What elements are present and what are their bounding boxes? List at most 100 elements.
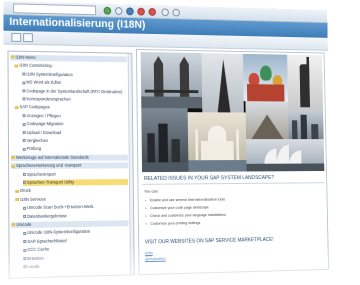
- tree-node[interactable]: Codepage-Migration: [22, 121, 128, 127]
- tree-node[interactable]: Vergleichen: [22, 138, 128, 144]
- tree-node[interactable]: Codepage in der Systemlandschaft (RFC-De…: [22, 88, 127, 95]
- folder-icon: [11, 223, 16, 227]
- transaction-icon: [22, 172, 26, 176]
- find-icon[interactable]: [172, 8, 180, 17]
- transaction-icon: [22, 97, 26, 101]
- folder-icon: [14, 105, 19, 109]
- tree-node-label: Anzeigen / Pflegen: [26, 112, 61, 119]
- info-bullet: Enable and use several internationalizat…: [150, 198, 225, 203]
- tree-node-label: I18N-Menü: [15, 54, 36, 60]
- tree-node-label: Datenbankergebnisse: [27, 212, 67, 219]
- tree-node-label: MS Word als Editor: [26, 79, 62, 86]
- taj-mahal-photo: [187, 112, 247, 172]
- folder-icon: [15, 189, 20, 193]
- tree-node-label: Ersetzen: [27, 255, 44, 261]
- tree-node[interactable]: MS Word als Editor: [22, 80, 127, 87]
- info-bullet: Check and customize your language instal…: [150, 213, 226, 218]
- tree-node[interactable]: Druck: [15, 187, 128, 194]
- transaction-icon: [23, 240, 27, 244]
- transaction-icon: [23, 214, 27, 218]
- skyline-photo: [288, 110, 324, 140]
- opera-house-photo: [246, 139, 325, 172]
- tree-node-label: Vergleichen: [26, 138, 49, 143]
- tree-node-label: Sprachen-Transport Utility: [26, 179, 75, 185]
- tree-node[interactable]: Sprachenerweiterung und -transport: [11, 162, 128, 170]
- info-subtext: You can:: [144, 188, 159, 194]
- tree-node[interactable]: SAP Codepages: [14, 104, 128, 112]
- tree-node[interactable]: SAP-Sprachschlüssel: [23, 237, 128, 245]
- tower-bridge-photo: [140, 51, 203, 109]
- page-title: Internationalisierung (I18N): [9, 16, 146, 31]
- tree-node-label: Sprachenimport: [26, 171, 56, 177]
- eiffel-tower-photo: [201, 53, 244, 113]
- tree-node-label: Sprachenerweiterung und -transport: [15, 162, 82, 169]
- tree-node-label: Unicode I18N-Systemkonfiguration: [27, 229, 91, 236]
- tree-node[interactable]: I18N Systemkonfiguration: [22, 71, 127, 78]
- transaction-icon: [22, 147, 26, 151]
- tree-node[interactable]: Prüfung: [22, 146, 128, 152]
- tree-node[interactable]: Unicode Scan Such-+Ersetzen-Werk.: [23, 204, 128, 211]
- folder-icon: [11, 164, 16, 168]
- save-icon[interactable]: [114, 7, 123, 15]
- tree-node[interactable]: Werkzeuge auf Internationale Standards: [10, 154, 128, 161]
- tree-node-label: Unicode Scan Such-+Ersetzen-Werk.: [27, 204, 95, 211]
- tree-node[interactable]: Upload / Download: [22, 129, 128, 136]
- tree-node[interactable]: Sprachen-Transport Utility: [22, 179, 129, 186]
- folder-icon: [11, 156, 15, 160]
- info-box: RELATED ISSUES IN YOUR SAP SYSTEM LANDSC…: [142, 172, 327, 273]
- tree-node-label: Codepage in der Systemlandschaft (RFC-De…: [26, 88, 123, 94]
- tree-node-label: I18N Systemkonfiguration: [26, 71, 73, 77]
- tree-node-label: Upload / Download: [26, 129, 62, 135]
- folder-icon: [14, 64, 19, 68]
- folder-icon: [10, 55, 15, 59]
- globalization-link[interactable]: /globalization: [145, 257, 166, 261]
- info-bullet: Customize your printing settings: [150, 221, 200, 226]
- navigation-tree: I18N-Menü I18N Customizing I18N Systemkonf…: [7, 50, 135, 279]
- tree-node-label: Unicode: [16, 221, 32, 228]
- transaction-icon: [22, 114, 26, 118]
- tree-node[interactable]: I18N-Menü: [10, 54, 127, 63]
- transaction-icon: [23, 248, 27, 252]
- tree-node-label: SAP Codepages: [19, 104, 50, 110]
- tree-node-label: Druck: [20, 188, 31, 194]
- collapse-icon[interactable]: [23, 33, 33, 43]
- tree-node-label: Korrespondenzsprachen: [26, 96, 71, 102]
- command-field[interactable]: [13, 3, 97, 16]
- exit-icon[interactable]: [137, 7, 145, 16]
- cathedral-photo: [242, 53, 289, 102]
- tree-node[interactable]: Korrespondenzsprachen: [22, 96, 127, 103]
- tree-node[interactable]: Ersetzen: [23, 253, 128, 261]
- pyramid-photo: [245, 101, 289, 140]
- cancel-icon[interactable]: [148, 8, 157, 16]
- tree-node-label: SAP-Sprachschlüssel: [27, 237, 67, 244]
- expand-icon[interactable]: [11, 32, 22, 42]
- tree-node[interactable]: Anzeigen / Pflegen: [22, 112, 128, 119]
- print-icon[interactable]: [161, 8, 169, 17]
- transaction-icon: [22, 131, 26, 135]
- folder-icon: [15, 198, 20, 202]
- tree-node-label: Prüfung: [26, 146, 42, 152]
- tree-node[interactable]: I18N Services: [15, 196, 128, 203]
- transaction-icon: [22, 122, 26, 126]
- tree-node-label: CCC Cache: [27, 246, 50, 253]
- tree-node-label: I18N Services: [20, 196, 46, 202]
- tree-node[interactable]: Unicode I18N-Systemkonfiguration: [23, 228, 128, 236]
- tree-node-label: Codepage-Migration: [26, 121, 64, 127]
- tree-node[interactable]: Datenbankergebnisse: [23, 212, 128, 220]
- statue-photo: [287, 54, 324, 112]
- content-pane: RELATED ISSUES IN YOUR SAP SYSTEM LANDSC…: [135, 49, 329, 276]
- tree-node[interactable]: Unicode: [11, 220, 129, 229]
- tree-node-label: Locale: [27, 263, 40, 270]
- tree-node[interactable]: I18N Customizing: [14, 63, 126, 71]
- i18n-link[interactable]: /i18n: [145, 251, 153, 255]
- transaction-icon: [22, 72, 26, 76]
- transaction-icon: [23, 206, 27, 210]
- tree-node[interactable]: Sprachenimport: [22, 171, 128, 178]
- enter-icon[interactable]: [103, 6, 112, 15]
- tree-node[interactable]: Locale: [23, 262, 129, 271]
- back-icon[interactable]: [126, 7, 134, 16]
- landmark-collage-image: [140, 51, 325, 173]
- tree-node[interactable]: CCC Cache: [23, 245, 128, 253]
- transaction-icon: [22, 139, 26, 143]
- tree-node-label: I18N Customizing: [19, 62, 52, 69]
